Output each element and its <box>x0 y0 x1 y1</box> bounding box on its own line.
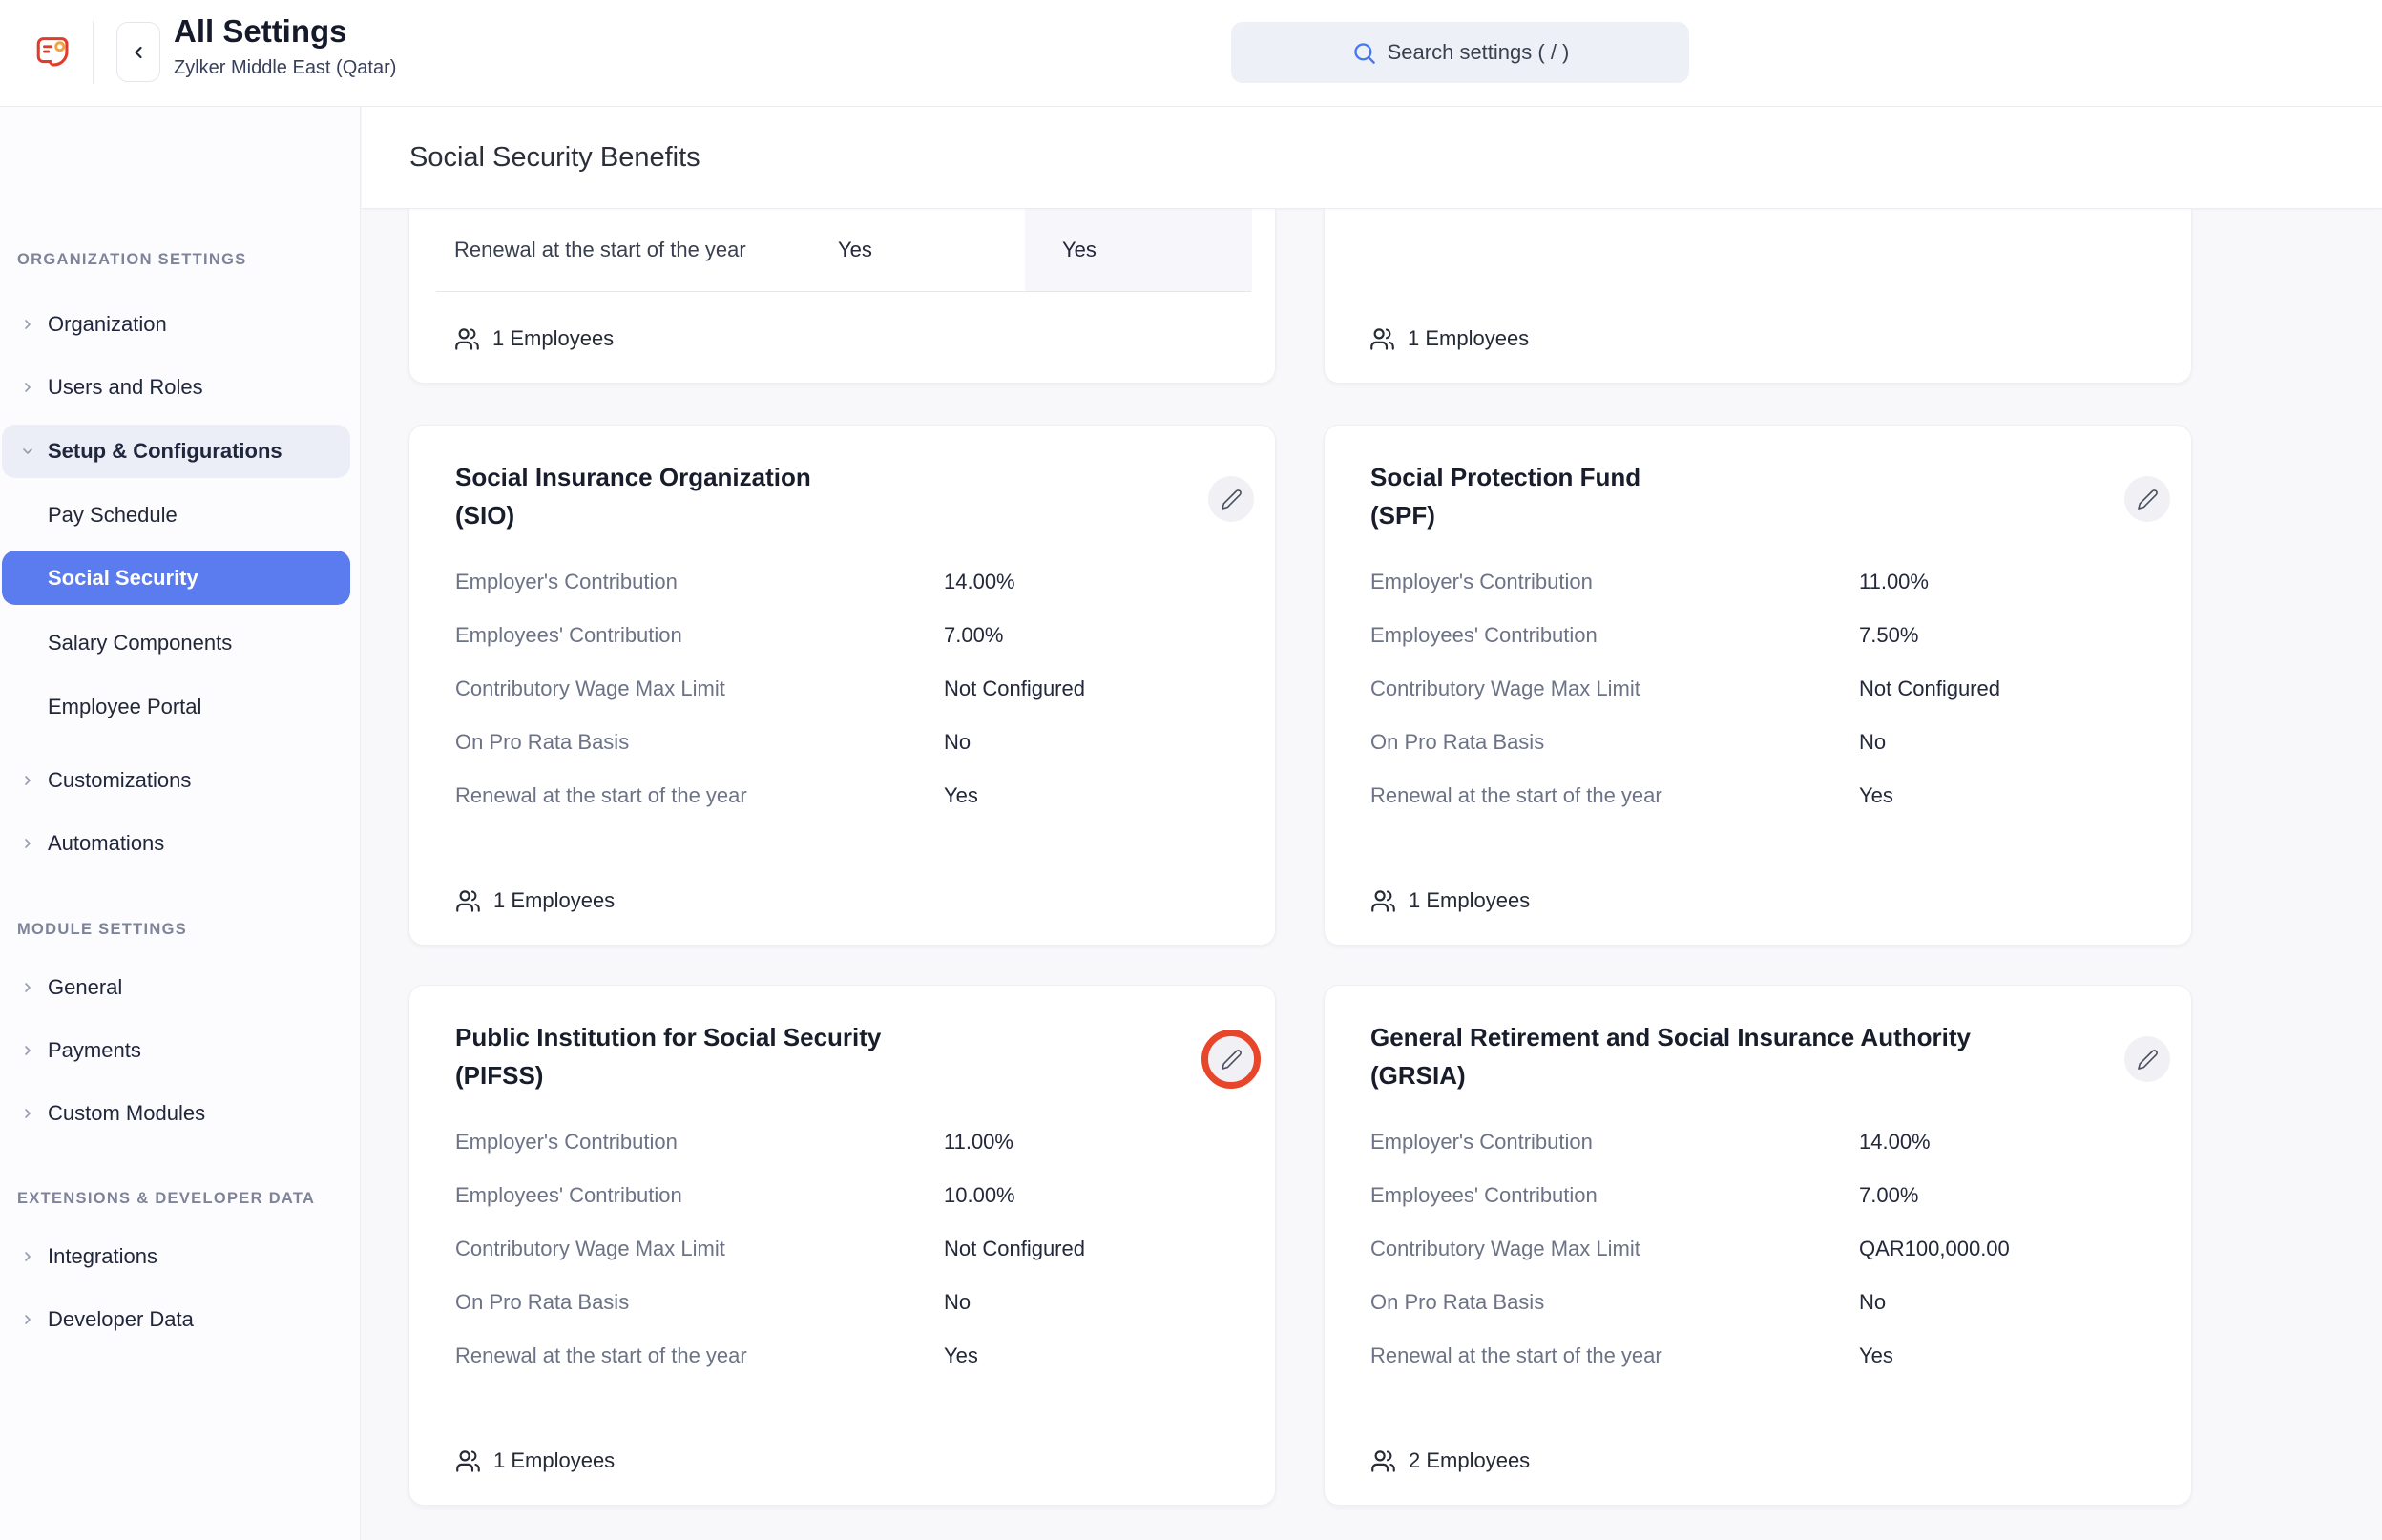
chevron-right-icon <box>20 1106 35 1121</box>
pencil-icon <box>2137 489 2159 510</box>
card-title: Social Protection Fund (SPF) <box>1370 458 2065 535</box>
card-grsia: General Retirement and Social Insurance … <box>1324 985 2192 1506</box>
employees-count: 1 Employees <box>1370 878 1530 924</box>
sidebar-item-custom-modules[interactable]: Custom Modules <box>2 1092 350 1135</box>
sidebar-item-developer-data[interactable]: Developer Data <box>2 1298 350 1342</box>
settings-sidebar: ORGANIZATION SETTINGS Organization Users… <box>0 107 361 1540</box>
sidebar-item-users-and-roles[interactable]: Users and Roles <box>2 365 350 409</box>
employees-count: 1 Employees <box>454 316 614 362</box>
chevron-right-icon <box>20 773 35 788</box>
section-heading-module-settings: MODULE SETTINGS <box>17 918 187 941</box>
chevron-right-icon <box>20 1043 35 1058</box>
sidebar-item-customizations[interactable]: Customizations <box>2 759 350 802</box>
chevron-right-icon <box>20 836 35 851</box>
section-heading-organization-settings: ORGANIZATION SETTINGS <box>17 248 247 271</box>
sidebar-item-setup-configurations[interactable]: Setup & Configurations <box>2 425 350 478</box>
detail-rows: Employer's Contribution14.00% Employees'… <box>455 555 1233 822</box>
edit-button[interactable] <box>2124 476 2170 522</box>
chevron-right-icon <box>20 980 35 995</box>
divider <box>436 291 1251 292</box>
pencil-icon <box>2137 1049 2159 1071</box>
card-sio: Social Insurance Organization (SIO) Empl… <box>408 425 1276 946</box>
employees-count: 2 Employees <box>1370 1438 1530 1484</box>
chevron-right-icon <box>20 1312 35 1327</box>
comparison-row: Renewal at the start of the year Yes Yes <box>409 209 1275 291</box>
detail-rows: Employer's Contribution11.00% Employees'… <box>455 1115 1233 1383</box>
sidebar-item-salary-components[interactable]: Salary Components <box>2 621 350 665</box>
detail-rows: Employer's Contribution14.00% Employees'… <box>1370 1115 2149 1383</box>
employees-count: 1 Employees <box>455 878 615 924</box>
search-icon <box>1351 40 1377 66</box>
users-icon <box>455 888 481 914</box>
header-divider <box>93 21 94 84</box>
pencil-icon <box>1221 1049 1243 1071</box>
back-button[interactable] <box>116 22 160 82</box>
sidebar-item-pay-schedule[interactable]: Pay Schedule <box>2 493 350 537</box>
pencil-icon <box>1221 489 1243 510</box>
organization-subtitle: Zylker Middle East (Qatar) <box>174 57 396 79</box>
sidebar-item-integrations[interactable]: Integrations <box>2 1235 350 1279</box>
settings-search[interactable]: Search settings ( / ) <box>1231 22 1689 83</box>
employees-count: 1 Employees <box>1369 316 1529 362</box>
employees-count: 1 Employees <box>455 1438 615 1484</box>
chevron-down-icon <box>20 444 35 459</box>
payroll-logo-icon <box>32 31 76 74</box>
users-icon <box>455 1448 481 1474</box>
card-partial-left: Renewal at the start of the year Yes Yes… <box>408 209 1276 384</box>
users-icon <box>1369 326 1395 352</box>
all-settings-title: All Settings <box>174 13 347 50</box>
edit-button[interactable] <box>1208 476 1254 522</box>
card-pifss: Public Institution for Social Security (… <box>408 985 1276 1506</box>
card-title: Social Insurance Organization (SIO) <box>455 458 1149 535</box>
users-icon <box>1370 888 1396 914</box>
card-title: Public Institution for Social Security (… <box>455 1018 1149 1095</box>
sidebar-item-automations[interactable]: Automations <box>2 822 350 865</box>
users-icon <box>454 326 480 352</box>
card-spf: Social Protection Fund (SPF) Employer's … <box>1324 425 2192 946</box>
sidebar-item-social-security[interactable]: Social Security <box>2 551 350 605</box>
users-icon <box>1370 1448 1396 1474</box>
sidebar-item-payments[interactable]: Payments <box>2 1029 350 1072</box>
edit-button[interactable] <box>2124 1036 2170 1082</box>
detail-rows: Employer's Contribution11.00% Employees'… <box>1370 555 2149 822</box>
card-partial-right: 1 Employees <box>1324 209 2192 384</box>
sidebar-item-organization[interactable]: Organization <box>2 302 350 346</box>
page-title: Social Security Benefits <box>409 142 700 174</box>
chevron-right-icon <box>20 317 35 332</box>
page-title-bar: Social Security Benefits <box>362 107 2382 209</box>
section-heading-extensions-developer-data: EXTENSIONS & DEVELOPER DATA <box>17 1187 315 1210</box>
edit-button[interactable] <box>1208 1036 1254 1082</box>
sidebar-item-employee-portal[interactable]: Employee Portal <box>2 685 350 729</box>
app-header: All Settings Zylker Middle East (Qatar) … <box>0 0 2382 107</box>
chevron-left-icon <box>129 43 148 62</box>
chevron-right-icon <box>20 380 35 395</box>
cards-area: Renewal at the start of the year Yes Yes… <box>362 209 2382 1540</box>
chevron-right-icon <box>20 1249 35 1264</box>
card-title: General Retirement and Social Insurance … <box>1370 1018 2065 1095</box>
sidebar-item-general[interactable]: General <box>2 966 350 1009</box>
search-placeholder: Search settings ( / ) <box>1388 40 1570 65</box>
